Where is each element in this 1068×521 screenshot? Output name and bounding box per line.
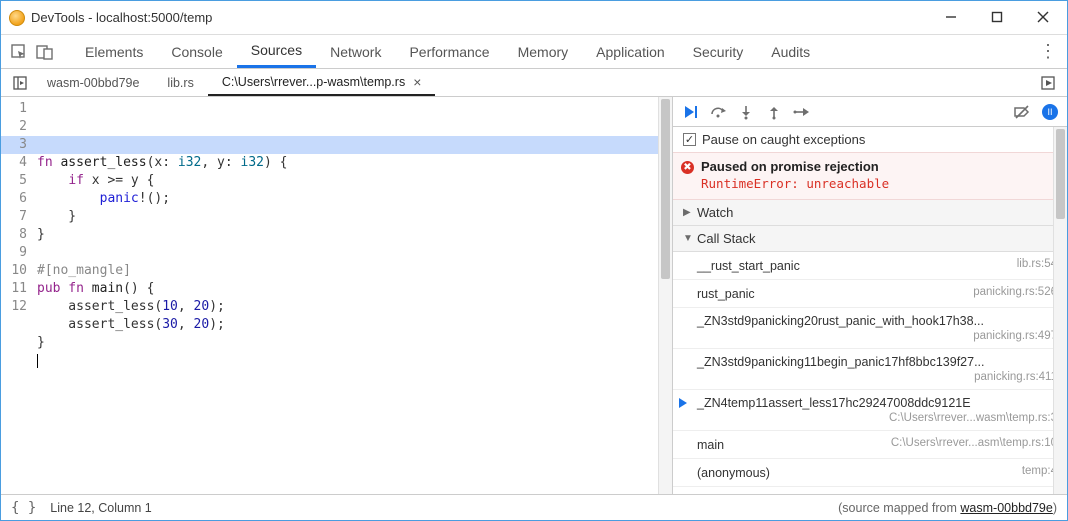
- code-area[interactable]: fn assert_less(x: i32, y: i32) { if x >=…: [37, 97, 672, 494]
- stack-frame[interactable]: (anonymous) temp:4: [673, 459, 1067, 487]
- content-area: 123456789101112 fn assert_less(x: i32, y…: [1, 97, 1067, 494]
- source-pane: 123456789101112 fn assert_less(x: i32, y…: [1, 97, 673, 494]
- close-tab-icon[interactable]: ×: [413, 74, 421, 90]
- file-tab[interactable]: wasm-00bbd79e: [33, 69, 153, 96]
- panel-tab-audits[interactable]: Audits: [757, 35, 824, 68]
- stack-frame[interactable]: main C:\Users\rrever...asm\temp.rs:10: [673, 431, 1067, 459]
- panel-tab-network[interactable]: Network: [316, 35, 395, 68]
- pretty-print-icon[interactable]: { }: [11, 500, 36, 516]
- panel-tab-application[interactable]: Application: [582, 35, 679, 68]
- file-tab[interactable]: C:\Users\rrever...p-wasm\temp.rs ×: [208, 69, 436, 96]
- code-line: #[no_mangle]: [37, 262, 672, 280]
- device-toggle-icon[interactable]: [35, 42, 55, 62]
- step-icon[interactable]: [793, 103, 811, 121]
- callstack-label: Call Stack: [697, 231, 756, 246]
- panel-tab-elements[interactable]: Elements: [71, 35, 157, 68]
- window-title: DevTools - localhost:5000/temp: [31, 10, 935, 25]
- paused-detail: RuntimeError: unreachable: [701, 176, 1057, 191]
- stack-frame-loc: panicking.rs:497: [697, 330, 1057, 342]
- step-into-icon[interactable]: [737, 103, 755, 121]
- code-line: }: [37, 334, 672, 352]
- stack-frame[interactable]: _ZN3std9panicking11begin_panic17hf8bbc13…: [673, 349, 1067, 390]
- window-buttons: [941, 10, 1053, 26]
- watch-label: Watch: [697, 205, 733, 220]
- stack-frame-loc: panicking.rs:526: [973, 286, 1057, 298]
- debugger-toolbar: II: [673, 97, 1067, 127]
- stack-frame-fn: (anonymous): [697, 466, 770, 480]
- file-tab[interactable]: lib.rs: [153, 69, 207, 96]
- source-mapped-info: (source mapped from wasm-00bbd79e): [838, 501, 1057, 515]
- overflow-menu-icon[interactable]: ⋮: [1039, 41, 1057, 62]
- stack-frame-fn: _ZN3std9panicking20rust_panic_with_hook1…: [697, 314, 1057, 328]
- code-line: fn assert_less(x: i32, y: i32) {: [37, 154, 672, 172]
- stack-frame[interactable]: rust_panic panicking.rs:526: [673, 280, 1067, 308]
- code-line: }: [37, 208, 672, 226]
- stack-frame-loc: temp:4: [1022, 465, 1057, 477]
- step-over-icon[interactable]: [709, 103, 727, 121]
- panel-tabstrip: ElementsConsoleSourcesNetworkPerformance…: [1, 35, 1067, 69]
- deactivate-breakpoints-icon[interactable]: [1013, 103, 1031, 121]
- code-line: panic!();: [37, 190, 672, 208]
- watch-section[interactable]: ▶ Watch: [673, 200, 1067, 226]
- code-line: }: [37, 226, 672, 244]
- panel-tab-console[interactable]: Console: [157, 35, 236, 68]
- code-line: pub fn main() {: [37, 280, 672, 298]
- source-map-link[interactable]: wasm-00bbd79e: [960, 501, 1052, 515]
- stack-frame-fn: main: [697, 438, 724, 452]
- debugger-body: ✓ Pause on caught exceptions ✖ Paused on…: [673, 127, 1067, 494]
- file-tab-label: C:\Users\rrever...p-wasm\temp.rs: [222, 75, 405, 89]
- callstack-section[interactable]: ▼ Call Stack: [673, 226, 1067, 252]
- panel-tab-memory[interactable]: Memory: [504, 35, 583, 68]
- line-gutter: 123456789101112: [1, 97, 37, 494]
- stack-frame-loc: panicking.rs:411: [697, 371, 1057, 383]
- code-line: assert_less(30, 20);: [37, 316, 672, 334]
- pause-on-exceptions-icon[interactable]: II: [1041, 103, 1059, 121]
- status-bar: { } Line 12, Column 1 (source mapped fro…: [1, 494, 1067, 520]
- code-line: if x >= y {: [37, 172, 672, 190]
- stack-frame-loc: C:\Users\rrever...asm\temp.rs:10: [891, 437, 1057, 449]
- collapse-icon: ▼: [683, 233, 693, 244]
- expand-icon: ▶: [683, 207, 693, 218]
- step-out-icon[interactable]: [765, 103, 783, 121]
- stack-frame-loc: lib.rs:54: [1017, 258, 1057, 270]
- file-tabstrip: wasm-00bbd79e lib.rs C:\Users\rrever...p-w…: [1, 69, 1067, 97]
- checkbox-icon: ✓: [683, 133, 696, 146]
- file-tab-label: wasm-00bbd79e: [47, 76, 139, 90]
- async-boundary: Promise.then (async): [673, 487, 1067, 494]
- execution-line-highlight: [37, 136, 666, 154]
- panel-tab-security[interactable]: Security: [679, 35, 758, 68]
- panel-tab-performance[interactable]: Performance: [395, 35, 503, 68]
- error-icon: ✖: [681, 161, 694, 174]
- maximize-button[interactable]: [987, 10, 1007, 26]
- inspect-icon[interactable]: [9, 42, 29, 62]
- stack-frame-fn: _ZN4temp11assert_less17hc29247008ddc9121…: [697, 396, 1057, 410]
- code-line: [37, 244, 672, 262]
- code-line: [37, 352, 672, 370]
- stack-frame-fn: rust_panic: [697, 287, 755, 301]
- debugger-scrollbar[interactable]: [1053, 127, 1067, 494]
- run-snippet-icon[interactable]: [1037, 69, 1059, 96]
- stack-frame[interactable]: __rust_start_panic lib.rs:54: [673, 252, 1067, 280]
- stack-frame-loc: C:\Users\rrever...wasm\temp.rs:3: [697, 412, 1057, 424]
- panel-tab-sources[interactable]: Sources: [237, 35, 316, 68]
- minimize-button[interactable]: [941, 10, 961, 26]
- pause-on-caught-label: Pause on caught exceptions: [702, 132, 865, 147]
- pause-on-caught-checkbox[interactable]: ✓ Pause on caught exceptions: [673, 127, 1067, 152]
- file-tab-label: lib.rs: [167, 76, 193, 90]
- close-button[interactable]: [1033, 10, 1053, 26]
- paused-reason: Paused on promise rejection: [701, 159, 1057, 174]
- window-titlebar: DevTools - localhost:5000/temp: [1, 1, 1067, 35]
- paused-banner: ✖ Paused on promise rejection RuntimeErr…: [673, 152, 1067, 200]
- stack-frame[interactable]: _ZN3std9panicking20rust_panic_with_hook1…: [673, 308, 1067, 349]
- navigator-toggle-icon[interactable]: [9, 69, 31, 96]
- app-icon: [9, 10, 25, 26]
- debugger-pane: II ✓ Pause on caught exceptions ✖ Paused…: [673, 97, 1067, 494]
- stack-frame[interactable]: _ZN4temp11assert_less17hc29247008ddc9121…: [673, 390, 1067, 431]
- resume-icon[interactable]: [681, 103, 699, 121]
- stack-frame-fn: _ZN3std9panicking11begin_panic17hf8bbc13…: [697, 355, 1057, 369]
- stack-frame-fn: __rust_start_panic: [697, 259, 800, 273]
- code-line: assert_less(10, 20);: [37, 298, 672, 316]
- cursor-position: Line 12, Column 1: [50, 501, 151, 515]
